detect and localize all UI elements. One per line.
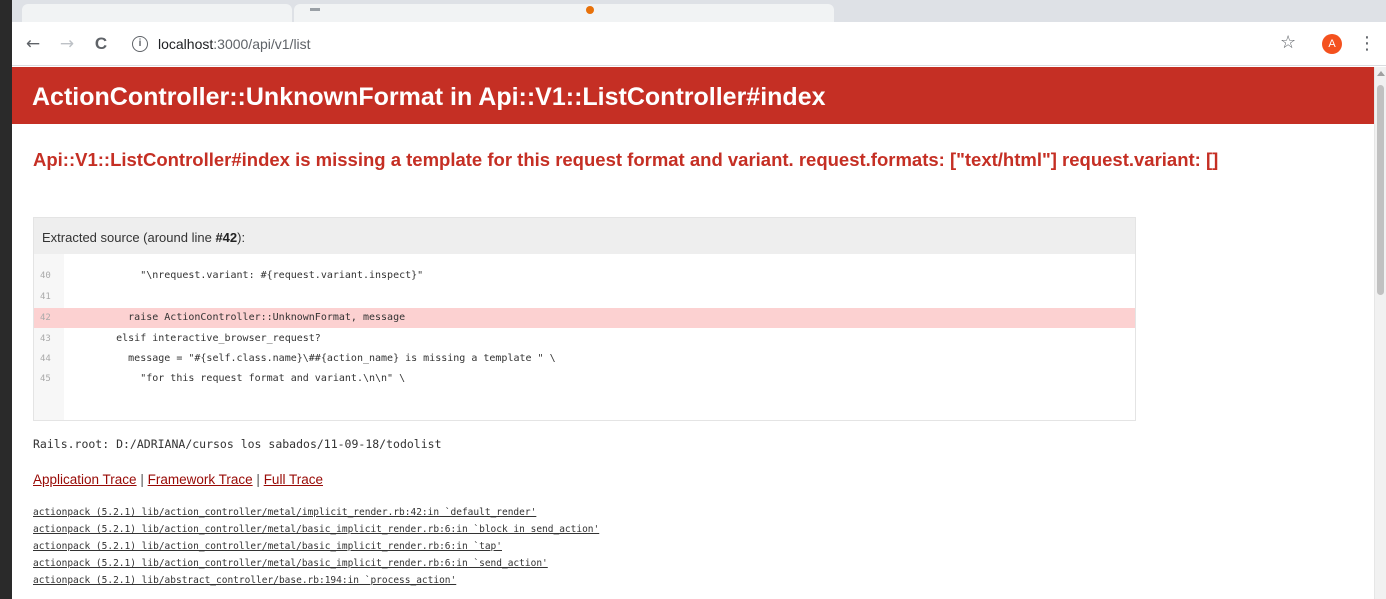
code-area: 40 "\nrequest.variant: #{request.variant… [34, 254, 1135, 420]
site-info-icon[interactable]: i [132, 36, 148, 52]
bookmark-star-icon[interactable]: ☆ [1280, 32, 1296, 54]
framework-trace-link[interactable]: Framework Trace [148, 472, 253, 487]
line-number: 44 [40, 354, 51, 364]
code-text: elsif interactive_browser_request? [80, 333, 321, 344]
error-message: Api::V1::ListController#index is missing… [33, 149, 1219, 170]
trace-item[interactable]: actionpack (5.2.1) lib/abstract_controll… [33, 572, 599, 589]
line-number: 43 [40, 334, 51, 344]
source-heading-line: #42 [215, 230, 238, 245]
desktop-edge [0, 0, 12, 599]
code-line: 45 "for this request format and variant.… [34, 369, 1135, 389]
rails-root: Rails.root: D:/ADRIANA/cursos los sabado… [33, 437, 442, 451]
scroll-thumb[interactable] [1377, 85, 1384, 295]
trace-item[interactable]: actionpack (5.2.1) lib/action_controller… [33, 521, 599, 538]
back-icon[interactable]: ← [22, 33, 44, 55]
code-line: 43 elsif interactive_browser_request? [34, 329, 1135, 349]
tab[interactable] [294, 4, 834, 22]
source-heading-suffix: ): [237, 230, 246, 245]
trace-list: actionpack (5.2.1) lib/action_controller… [33, 504, 599, 589]
code-text: "for this request format and variant.\n\… [80, 373, 406, 384]
tab-strip [12, 0, 1386, 22]
code-line-highlighted: 42 raise ActionController::UnknownFormat… [34, 308, 1135, 328]
url-text[interactable]: localhost:3000/api/v1/list [158, 36, 311, 52]
trace-item[interactable]: actionpack (5.2.1) lib/action_controller… [33, 538, 599, 555]
url-host: localhost [158, 36, 214, 52]
code-line: 44 message = "#{self.class.name}\##{acti… [34, 349, 1135, 369]
tab-favicon [310, 8, 320, 11]
address-bar[interactable]: i localhost:3000/api/v1/list [132, 31, 1162, 59]
code-line: 41 [34, 287, 1135, 307]
tab-favicon [586, 6, 594, 14]
page-scrollbar[interactable] [1374, 67, 1386, 599]
code-text: message = "#{self.class.name}\##{action_… [80, 353, 556, 364]
url-path: :3000/api/v1/list [213, 36, 311, 52]
code-text: raise ActionController::UnknownFormat, m… [80, 312, 406, 323]
browser-window: ← → C i localhost:3000/api/v1/list ☆ A ⋮… [12, 0, 1386, 599]
separator: | [140, 472, 144, 487]
scroll-up-icon[interactable] [1377, 71, 1385, 76]
trace-toggle-links: Application Trace | Framework Trace | Fu… [33, 472, 323, 487]
page-content: ActionController::UnknownFormat in Api::… [12, 67, 1374, 599]
line-number: 41 [40, 292, 51, 302]
trace-item[interactable]: actionpack (5.2.1) lib/action_controller… [33, 504, 599, 521]
page-title: ActionController::UnknownFormat in Api::… [32, 83, 826, 111]
line-number: 42 [40, 313, 51, 323]
application-trace-link[interactable]: Application Trace [33, 472, 137, 487]
browser-toolbar: ← → C i localhost:3000/api/v1/list ☆ A ⋮ [12, 22, 1386, 66]
reload-icon[interactable]: C [90, 33, 112, 55]
profile-avatar[interactable]: A [1322, 34, 1342, 54]
source-heading: Extracted source (around line #42): [34, 218, 1135, 254]
full-trace-link[interactable]: Full Trace [264, 472, 323, 487]
line-number: 40 [40, 271, 51, 281]
extracted-source: Extracted source (around line #42): 40 "… [33, 217, 1136, 421]
line-number: 45 [40, 374, 51, 384]
error-header: ActionController::UnknownFormat in Api::… [12, 67, 1374, 124]
separator: | [256, 472, 260, 487]
code-text: "\nrequest.variant: #{request.variant.in… [80, 270, 424, 281]
code-line: 40 "\nrequest.variant: #{request.variant… [34, 266, 1135, 286]
forward-icon[interactable]: → [56, 33, 78, 55]
browser-menu-icon[interactable]: ⋮ [1358, 33, 1376, 55]
source-heading-prefix: Extracted source (around line [42, 230, 216, 245]
tab[interactable] [22, 4, 292, 22]
trace-item[interactable]: actionpack (5.2.1) lib/action_controller… [33, 555, 599, 572]
